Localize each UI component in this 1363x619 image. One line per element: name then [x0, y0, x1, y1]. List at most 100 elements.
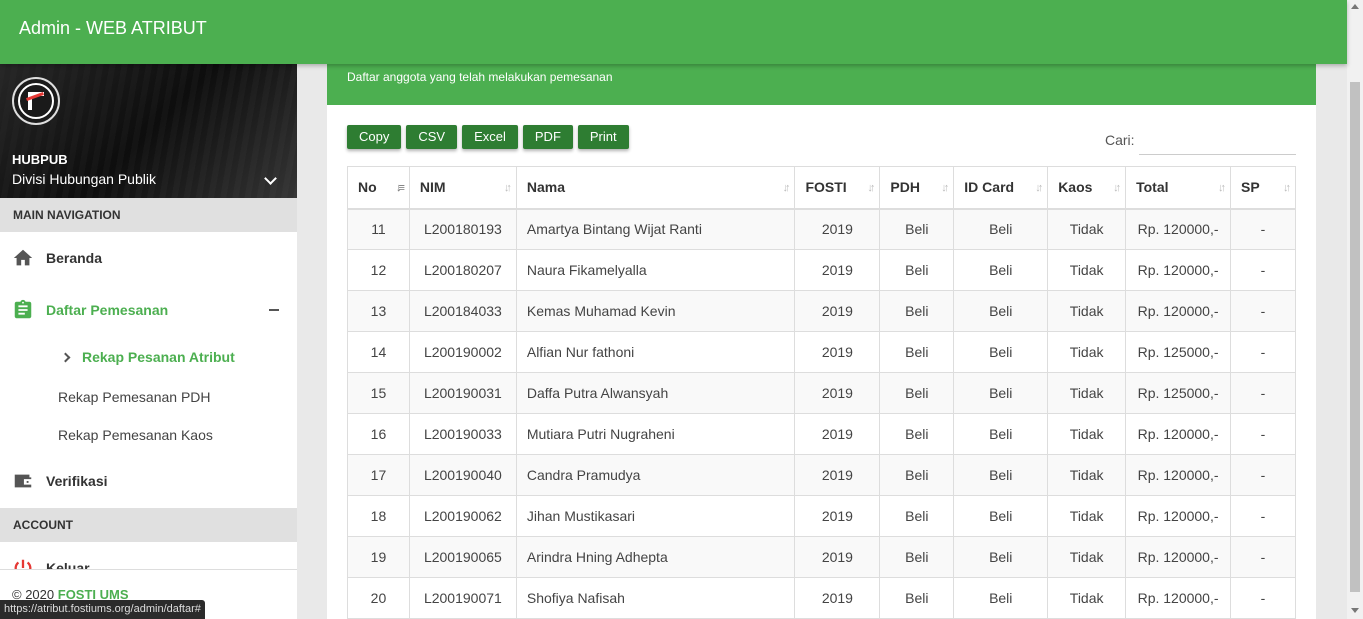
column-header-sp[interactable]: SP ↓↑ [1230, 166, 1296, 210]
pdf-button[interactable]: PDF [522, 125, 573, 149]
excel-button[interactable]: Excel [462, 125, 518, 149]
table-cell-total: Rp. 125000,- [1125, 331, 1231, 373]
scroll-up-arrow-icon[interactable] [1351, 4, 1359, 9]
sidebar-subitem-rekap-kaos[interactable]: Rekap Pemesanan Kaos [0, 416, 297, 454]
table-header-row: No ↓≡ NIM ↓↑ Nama ↓↑ FOSTI ↓↑ PDH ↓↑ ID Card ↓↑ Kaos… [347, 166, 1296, 210]
table-row: 20 L200190071 Shofiya Nafisah 2019 Beli Beli T… [347, 577, 1296, 619]
table-cell-total: Rp. 120000,- [1125, 577, 1231, 619]
sidebar-item-daftar-pemesanan[interactable]: Daftar Pemesanan [0, 284, 297, 336]
account-header: ACCOUNT [0, 508, 297, 542]
table-cell-fosti: 2019 [794, 290, 881, 332]
export-buttons: Copy CSV Excel PDF Print [347, 125, 629, 149]
table-cell-id-card: Beli [953, 208, 1049, 250]
column-header-pdh[interactable]: PDH ↓↑ [879, 166, 955, 210]
column-header-label: Total [1136, 179, 1169, 196]
sidebar-subitem-rekap-pdh[interactable]: Rekap Pemesanan PDH [0, 378, 297, 416]
table-row: 18 L200190062 Jihan Mustikasari 2019 Beli Bel… [347, 495, 1296, 537]
vertical-scrollbar[interactable] [1347, 0, 1363, 619]
table-cell-no: 16 [347, 413, 410, 455]
table-row: 16 L200190033 Mutiara Putri Nugraheni 2019 B… [347, 413, 1296, 455]
table-cell-nama: Amartya Bintang Wijat Ranti [515, 208, 796, 250]
copy-button[interactable]: Copy [347, 125, 402, 149]
table-cell-no: 19 [347, 536, 410, 578]
app-title[interactable]: Admin - WEB ATRIBUT [19, 18, 207, 39]
user-panel: HUBPUB Divisi Hubungan Publik [0, 64, 297, 198]
table-cell-pdh: Beli [879, 536, 955, 578]
scroll-down-arrow-icon[interactable] [1351, 608, 1359, 613]
sidebar-item-label: Daftar Pemesanan [46, 302, 169, 318]
table-cell-id-card: Beli [953, 495, 1049, 537]
sidebar-item-verifikasi[interactable]: Verifikasi [0, 454, 297, 508]
sidebar: HUBPUB Divisi Hubungan Publik MAIN NAVIG… [0, 64, 297, 619]
column-header-nama[interactable]: Nama ↓↑ [515, 166, 796, 210]
table-cell-pdh: Beli [879, 413, 955, 455]
table-cell-nim: L200190031 [408, 372, 517, 414]
table-cell-id-card: Beli [953, 372, 1049, 414]
scrollbar-thumb[interactable] [1350, 82, 1360, 592]
table-cell-sp: - [1230, 331, 1296, 373]
column-header-kaos[interactable]: Kaos ↓↑ [1047, 166, 1127, 210]
sort-icon: ↓↑ [782, 182, 790, 194]
column-header-label: FOSTI [805, 179, 847, 196]
column-header-nim[interactable]: NIM ↓↑ [408, 166, 517, 210]
table-body: 11 L200180193 Amartya Bintang Wijat Ranti 2… [347, 208, 1296, 619]
table-cell-id-card: Beli [953, 454, 1049, 496]
table-cell-nama: Naura Fikamelyalla [515, 249, 796, 291]
table-cell-pdh: Beli [879, 372, 955, 414]
sidebar-item-beranda[interactable]: Beranda [0, 232, 297, 284]
table-cell-id-card: Beli [953, 413, 1049, 455]
sidebar-subitem-label: Rekap Pemesanan Kaos [58, 427, 213, 443]
table-cell-nama: Arindra Hning Adhepta [515, 536, 796, 578]
table-cell-nim: L200180193 [408, 208, 517, 250]
table-cell-id-card: Beli [953, 331, 1049, 373]
print-button[interactable]: Print [577, 125, 629, 149]
sort-ascending-icon: ↓≡ [396, 182, 405, 194]
column-header-total[interactable]: Total ↓↑ [1125, 166, 1231, 210]
card-subtitle: Daftar anggota yang telah melakukan peme… [347, 70, 613, 84]
table-cell-no: 12 [347, 249, 410, 291]
table-cell-total: Rp. 120000,- [1125, 536, 1231, 578]
search-input[interactable] [1139, 125, 1296, 155]
column-header-label: ID Card [964, 179, 1015, 196]
column-header-label: SP [1241, 179, 1260, 196]
table-cell-total: Rp. 120000,- [1125, 495, 1231, 537]
top-navbar: Admin - WEB ATRIBUT [0, 0, 1347, 64]
avatar [12, 77, 60, 125]
sidebar-item-label: Beranda [46, 250, 103, 266]
csv-button[interactable]: CSV [406, 125, 458, 149]
table-cell-nama: Daffa Putra Alwansyah [515, 372, 796, 414]
table-cell-kaos: Tidak [1047, 454, 1127, 496]
wallet-icon [14, 474, 32, 488]
table-cell-sp: - [1230, 290, 1296, 332]
collapse-minus-icon[interactable] [269, 309, 279, 311]
table-row: 11 L200180193 Amartya Bintang Wijat Ranti 2… [347, 208, 1296, 250]
sidebar-subitem-rekap-atribut[interactable]: Rekap Pesanan Atribut [0, 336, 297, 378]
table-cell-nim: L200190071 [408, 577, 517, 619]
table-cell-sp: - [1230, 249, 1296, 291]
table-cell-nama: Mutiara Putri Nugraheni [515, 413, 796, 455]
browser-status-url: https://atribut.fostiums.org/admin/dafta… [0, 600, 205, 619]
table-cell-nama: Jihan Mustikasari [515, 495, 796, 537]
sidebar-item-label: Verifikasi [46, 473, 108, 489]
table-row: 19 L200190065 Arindra Hning Adhepta 2019 Bel… [347, 536, 1296, 578]
sort-icon: ↓↑ [867, 182, 875, 194]
table-cell-id-card: Beli [953, 249, 1049, 291]
table-cell-no: 14 [347, 331, 410, 373]
table-cell-sp: - [1230, 413, 1296, 455]
sidebar-subitem-label: Rekap Pemesanan PDH [58, 389, 211, 405]
user-menu-chevron-icon[interactable] [264, 172, 277, 185]
table-cell-sp: - [1230, 577, 1296, 619]
column-header-id-card[interactable]: ID Card ↓↑ [953, 166, 1049, 210]
table-row: 14 L200190002 Alfian Nur fathoni 2019 Beli Be… [347, 331, 1296, 373]
card-header: Daftar anggota yang telah melakukan peme… [327, 64, 1316, 105]
table-cell-pdh: Beli [879, 331, 955, 373]
table-cell-total: Rp. 125000,- [1125, 372, 1231, 414]
table-cell-total: Rp. 120000,- [1125, 413, 1231, 455]
column-header-no[interactable]: No ↓≡ [347, 166, 410, 210]
column-header-fosti[interactable]: FOSTI ↓↑ [794, 166, 881, 210]
table-cell-no: 17 [347, 454, 410, 496]
column-header-label: NIM [419, 179, 446, 196]
table-cell-kaos: Tidak [1047, 331, 1127, 373]
table-cell-fosti: 2019 [794, 331, 881, 373]
table-cell-nim: L200190065 [408, 536, 517, 578]
